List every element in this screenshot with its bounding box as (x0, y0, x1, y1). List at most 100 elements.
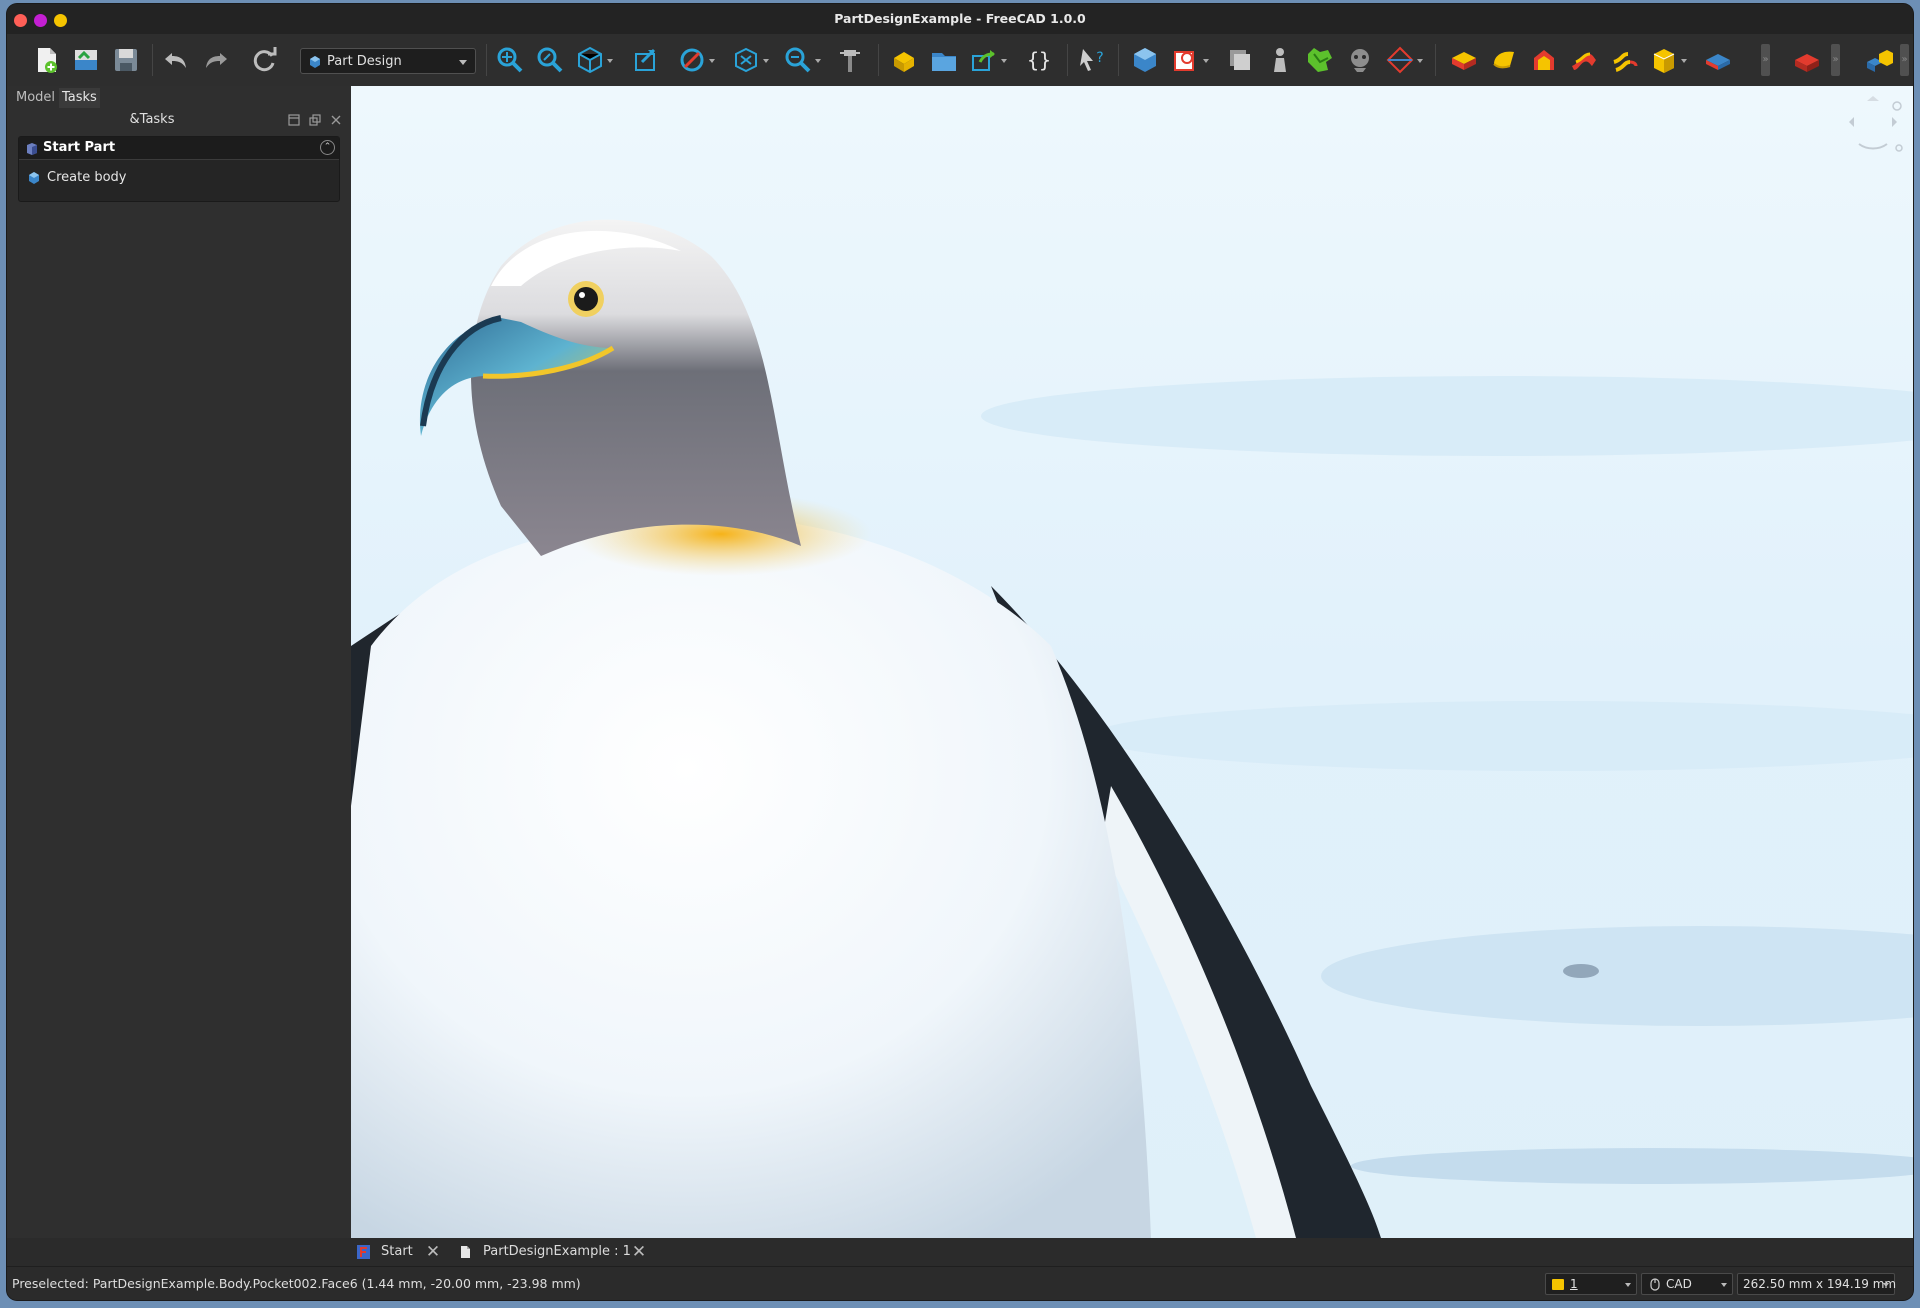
window-title: PartDesignExample - FreeCAD 1.0.0 (834, 11, 1086, 26)
shape-binder-icon[interactable] (1169, 44, 1201, 76)
part-design-icon (310, 56, 320, 68)
additive-primitive-icon[interactable] (1648, 44, 1680, 76)
toolbar-overflow-button[interactable]: » (1831, 44, 1840, 76)
toolbar-overflow-button[interactable]: » (1900, 44, 1909, 76)
validate-sketch-icon[interactable] (1344, 44, 1376, 76)
dimensions-selector[interactable]: 262.50 mm x 194.19 mm (1737, 1273, 1897, 1295)
undo-icon[interactable] (160, 44, 192, 76)
document-tab-bar: Start ✕ PartDesignExample : 1 ✕ (351, 1238, 1913, 1266)
make-link-icon[interactable] (968, 44, 1000, 76)
toolbar-overflow-button[interactable]: » (1761, 44, 1770, 76)
create-body-icon[interactable] (1129, 44, 1161, 76)
create-body-label: Create body (47, 170, 127, 185)
open-document-icon[interactable] (70, 44, 102, 76)
create-body-task[interactable]: Create body (27, 167, 126, 189)
navigation-cube[interactable] (1841, 92, 1905, 162)
toolbar-separator (1118, 44, 1119, 76)
toolbar-separator (486, 44, 487, 76)
tab-tasks[interactable]: Tasks (59, 88, 100, 108)
freecad-logo-icon (357, 1245, 370, 1259)
task-group-start-part: Start Part ⌃ Create body (18, 136, 340, 202)
navigation-style-value: CAD (1666, 1277, 1692, 1291)
tab-partdesignexample-label: PartDesignExample : 1 (483, 1244, 631, 1259)
panel-float-icon[interactable] (288, 114, 300, 126)
workbench-selector[interactable]: Part Design (300, 48, 476, 74)
create-part-icon[interactable] (888, 44, 920, 76)
panel-title: &Tasks (129, 112, 175, 127)
toolbar-separator (878, 44, 879, 76)
notification-count: 1 (1570, 1277, 1578, 1291)
chevron-down-icon[interactable] (1203, 59, 1209, 63)
svg-text:{}: {} (1027, 48, 1051, 72)
part-icon (27, 143, 37, 155)
additive-loft-icon[interactable] (1528, 44, 1560, 76)
assembly-icon[interactable] (1863, 44, 1895, 76)
chevron-down-icon[interactable] (607, 59, 613, 63)
fit-all-icon[interactable] (494, 44, 526, 76)
notifications-selector[interactable]: 1 (1545, 1273, 1637, 1295)
pocket-icon[interactable] (1702, 44, 1734, 76)
panel-undock-icon[interactable] (309, 114, 321, 126)
chevron-down-icon[interactable] (1681, 59, 1687, 63)
macro-braces-icon[interactable]: {} (1023, 44, 1055, 76)
dimensions-value: 262.50 mm x 194.19 mm (1743, 1277, 1897, 1291)
close-tab-icon[interactable]: ✕ (631, 1242, 647, 1262)
chevron-down-icon[interactable] (815, 59, 821, 63)
chevron-down-icon[interactable] (1417, 59, 1423, 63)
save-document-icon[interactable] (110, 44, 142, 76)
hole-icon[interactable] (1791, 44, 1823, 76)
chevron-down-icon (459, 60, 467, 65)
isometric-view-icon[interactable] (574, 44, 606, 76)
collapse-icon[interactable]: ⌃ (320, 140, 335, 155)
chevron-down-icon (1625, 1283, 1631, 1287)
create-group-icon[interactable] (928, 44, 960, 76)
app-window: PartDesignExample - FreeCAD 1.0.0 Part D… (7, 4, 1913, 1300)
additive-helix-icon[interactable] (1608, 44, 1640, 76)
toolbar-separator (152, 44, 153, 76)
chevron-down-icon[interactable] (709, 59, 715, 63)
whats-this-icon[interactable]: ? (1076, 44, 1108, 76)
toolbar-separator (1435, 44, 1436, 76)
fit-selection-icon[interactable] (534, 44, 566, 76)
notification-icon (1552, 1279, 1564, 1290)
main-toolbar: Part Design {} ? » » » (7, 34, 1913, 87)
chevron-down-icon (1721, 1283, 1727, 1287)
svg-text:?: ? (1096, 50, 1103, 66)
tab-start[interactable]: Start ✕ (357, 1241, 443, 1263)
toolbar-separator (1067, 44, 1068, 76)
clone-icon[interactable] (1224, 44, 1256, 76)
panel-close-icon[interactable] (330, 114, 342, 126)
document-icon (461, 1246, 470, 1258)
workbench-selector-value: Part Design (327, 54, 402, 69)
navigation-style-selector[interactable]: CAD (1641, 1273, 1733, 1295)
tab-model[interactable]: Model (13, 88, 58, 108)
pad-icon[interactable] (1448, 44, 1480, 76)
datum-plane-icon[interactable] (1384, 44, 1416, 76)
sketch-person-icon[interactable] (1264, 44, 1296, 76)
close-tab-icon[interactable]: ✕ (425, 1242, 441, 1262)
status-message: Preselected: PartDesignExample.Body.Pock… (12, 1276, 581, 1291)
attach-sketch-icon[interactable] (1304, 44, 1336, 76)
chevron-down-icon[interactable] (1001, 59, 1007, 63)
task-group-header[interactable]: Start Part ⌃ (19, 137, 339, 160)
redo-icon[interactable] (200, 44, 232, 76)
revolution-icon[interactable] (1488, 44, 1520, 76)
draw-style-icon[interactable] (676, 44, 708, 76)
penguin-eagle-image (351, 86, 1913, 1238)
task-group-title: Start Part (43, 140, 116, 155)
measure-icon[interactable] (834, 44, 866, 76)
body-icon (29, 172, 39, 184)
status-bar: Preselected: PartDesignExample.Body.Pock… (7, 1266, 1913, 1300)
chevron-down-icon (1883, 1283, 1889, 1287)
refresh-icon[interactable] (248, 44, 280, 76)
bounding-box-icon[interactable] (730, 44, 762, 76)
tab-partdesignexample[interactable]: PartDesignExample : 1 ✕ (459, 1241, 649, 1263)
new-document-icon[interactable] (30, 44, 62, 76)
zoom-icon[interactable] (782, 44, 814, 76)
combo-view-panel: Model Tasks &Tasks Start Part ⌃ Create b… (7, 86, 351, 1238)
additive-pipe-icon[interactable] (1568, 44, 1600, 76)
title-bar: PartDesignExample - FreeCAD 1.0.0 (7, 4, 1913, 34)
chevron-down-icon[interactable] (763, 59, 769, 63)
3d-viewport[interactable] (351, 86, 1913, 1238)
std-view-icon[interactable] (630, 44, 662, 76)
